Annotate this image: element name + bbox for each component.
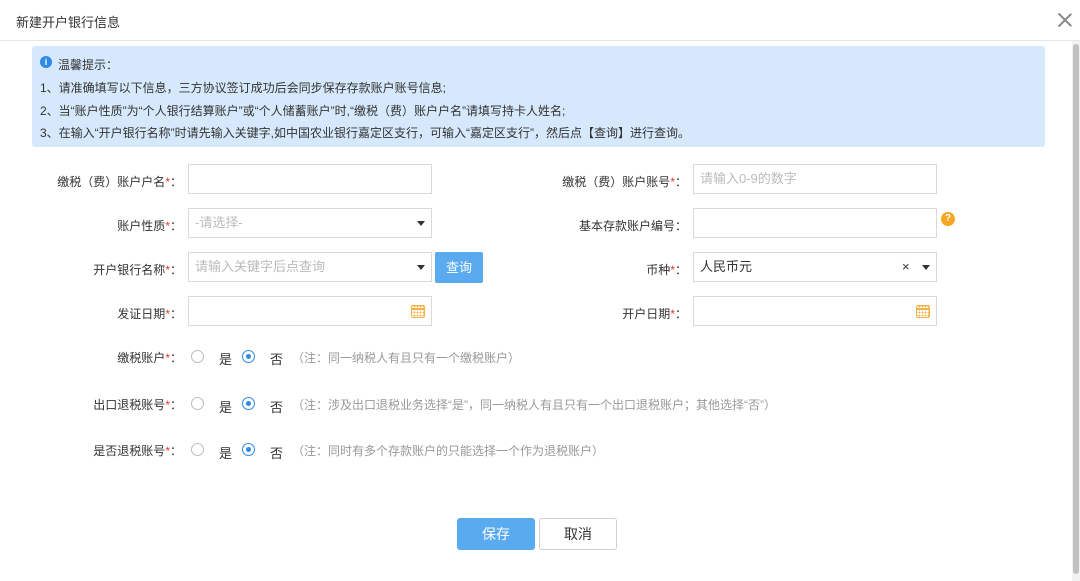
chevron-down-icon[interactable] <box>417 221 425 226</box>
bank-name-label: 开户银行名称*： <box>93 263 182 277</box>
save-button[interactable]: 保存 <box>457 518 535 550</box>
export-refund-note: （注：涉及出口退税业务选择“是”，同一纳税人有且只有一个出口退税账户；其他选择“… <box>292 398 776 412</box>
deposit-account-code-label: 基本存款账户编号： <box>578 219 687 233</box>
refund-account-no-radio[interactable] <box>242 443 255 456</box>
refund-account-yes-radio[interactable] <box>191 443 204 456</box>
currency-label: 币种*： <box>646 263 687 277</box>
calendar-icon[interactable] <box>411 305 425 318</box>
open-date-input[interactable] <box>693 296 937 326</box>
tax-account-no-label[interactable]: 否 <box>270 349 283 368</box>
refund-account-note: （注：同时有多个存款账户的只能选择一个作为退税账户） <box>292 444 605 458</box>
query-button[interactable]: 查询 <box>435 252 483 283</box>
issue-date-label: 发证日期*： <box>117 307 182 321</box>
tax-account-no-radio[interactable] <box>242 350 255 363</box>
clear-icon[interactable]: × <box>902 253 910 281</box>
tips-panel: i 温馨提示： 1、请准确填写以下信息，三方协议签订成功后会同步保存存款账户账号… <box>32 46 1045 147</box>
chevron-down-icon[interactable] <box>417 265 425 270</box>
currency-select[interactable]: 人民币元 × <box>693 252 937 282</box>
info-icon: i <box>40 56 52 68</box>
tips-line-3: 3、在输入“开户银行名称”时请先输入关键字,如中国农业银行嘉定区支行，可输入“嘉… <box>40 126 690 140</box>
account-nature-select[interactable]: -请选择- <box>188 208 432 238</box>
tax-account-yes-label[interactable]: 是 <box>219 349 232 368</box>
tips-line-1: 1、请准确填写以下信息，三方协议签订成功后会同步保存存款账户账号信息; <box>40 81 447 95</box>
export-refund-yes-label[interactable]: 是 <box>219 397 232 416</box>
bank-name-combobox[interactable]: 请输入关键字后点查询 <box>188 252 432 282</box>
question-icon[interactable]: ? <box>941 212 955 226</box>
dialog: 新建开户银行信息 i 温馨提示： 1、请准确填写以下信息，三方协议签订成功后会同… <box>0 0 1080 581</box>
export-refund-yes-radio[interactable] <box>191 397 204 410</box>
export-refund-account-label: 出口退税账号*： <box>93 398 182 412</box>
chevron-down-icon[interactable] <box>922 265 930 270</box>
tax-account-label: 缴税账户*： <box>117 351 182 365</box>
tax-account-note: （注：同一纳税人有且只有一个缴税账户） <box>292 351 521 365</box>
account-name-input[interactable] <box>188 164 432 194</box>
refund-account-yes-label[interactable]: 是 <box>219 443 232 462</box>
refund-account-label: 是否退税账号*： <box>93 444 182 458</box>
refund-account-no-label[interactable]: 否 <box>270 443 283 462</box>
account-number-label: 缴税（费）账户账号*： <box>562 175 687 189</box>
issue-date-input[interactable] <box>188 296 432 326</box>
export-refund-no-radio[interactable] <box>242 397 255 410</box>
tax-account-yes-radio[interactable] <box>191 350 204 363</box>
open-date-label: 开户日期*： <box>622 307 687 321</box>
close-icon[interactable] <box>1057 12 1073 28</box>
scrollbar-thumb[interactable] <box>1073 44 1079 574</box>
calendar-icon[interactable] <box>916 305 930 318</box>
dialog-title: 新建开户银行信息 <box>16 15 121 30</box>
dialog-header: 新建开户银行信息 <box>0 0 1080 41</box>
deposit-account-code-input[interactable] <box>693 208 937 238</box>
cancel-button[interactable]: 取消 <box>539 518 617 550</box>
account-nature-label: 账户性质*： <box>117 219 182 233</box>
export-refund-no-label[interactable]: 否 <box>270 397 283 416</box>
account-number-input[interactable]: 请输入0-9的数字 <box>693 164 937 194</box>
account-name-label: 缴税（费）账户户名*： <box>57 175 182 189</box>
tips-line-2: 2、当“账户性质”为“个人银行结算账户”或“个人储蓄账户”时,“缴税（费）账户户… <box>40 104 566 118</box>
tips-heading: 温馨提示： <box>58 58 119 72</box>
